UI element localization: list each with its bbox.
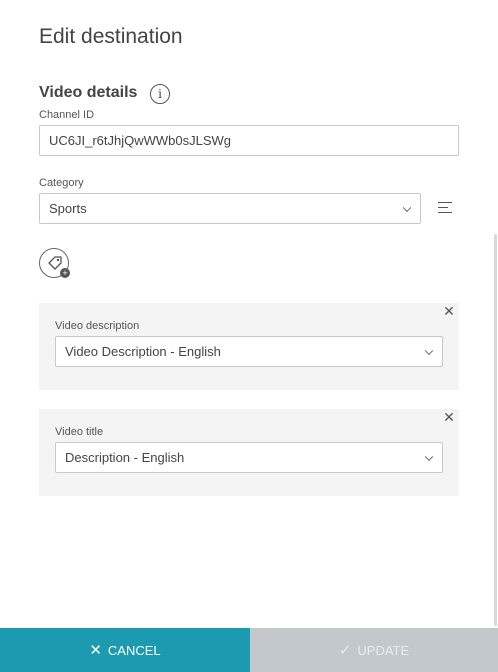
channel-id-value: UC6JI_r6tJhjQwWWb0sJLSWg: [49, 133, 232, 148]
chevron-down-icon: [402, 203, 412, 212]
page-title: Edit destination: [39, 25, 183, 48]
video-title-select[interactable]: Description - English: [55, 442, 443, 473]
footer-actions: ✕ CANCEL ✓ UPDATE: [0, 628, 498, 672]
category-label: Category: [39, 177, 84, 189]
video-title-label: Video title: [55, 426, 104, 438]
close-icon: ✕: [89, 642, 102, 659]
cancel-button-label: CANCEL: [107, 642, 161, 658]
video-description-value: Video Description - English: [65, 344, 221, 359]
video-description-label: Video description: [55, 320, 140, 332]
close-icon[interactable]: ✕: [442, 410, 456, 424]
close-icon[interactable]: ✕: [442, 304, 456, 318]
channel-id-label: Channel ID: [39, 109, 95, 121]
update-button-label: UPDATE: [357, 642, 410, 658]
update-button[interactable]: ✓ UPDATE: [250, 628, 498, 672]
chevron-down-icon: [424, 452, 434, 461]
scrollbar[interactable]: [494, 234, 497, 626]
video-title-card: ✕ Video title Description - English: [39, 409, 459, 496]
category-select[interactable]: Sports: [39, 193, 421, 224]
video-description-card: ✕ Video description Video Description - …: [39, 303, 459, 390]
video-title-value: Description - English: [65, 450, 185, 465]
chevron-down-icon: [424, 346, 434, 355]
plus-icon: +: [60, 268, 70, 278]
info-icon-glyph: i: [158, 87, 162, 101]
category-value: Sports: [49, 201, 87, 216]
section-title-video-details: Video details: [39, 84, 138, 101]
video-description-select[interactable]: Video Description - English: [55, 336, 443, 367]
cancel-button[interactable]: ✕ CANCEL: [0, 628, 250, 672]
info-icon[interactable]: i: [150, 84, 170, 104]
check-icon: ✓: [338, 642, 352, 659]
channel-id-field[interactable]: UC6JI_r6tJhjQwWWb0sJLSWg: [39, 125, 459, 156]
list-menu-icon[interactable]: [438, 200, 452, 214]
edit-destination-panel: Edit destination Video details i Channel…: [0, 0, 498, 672]
